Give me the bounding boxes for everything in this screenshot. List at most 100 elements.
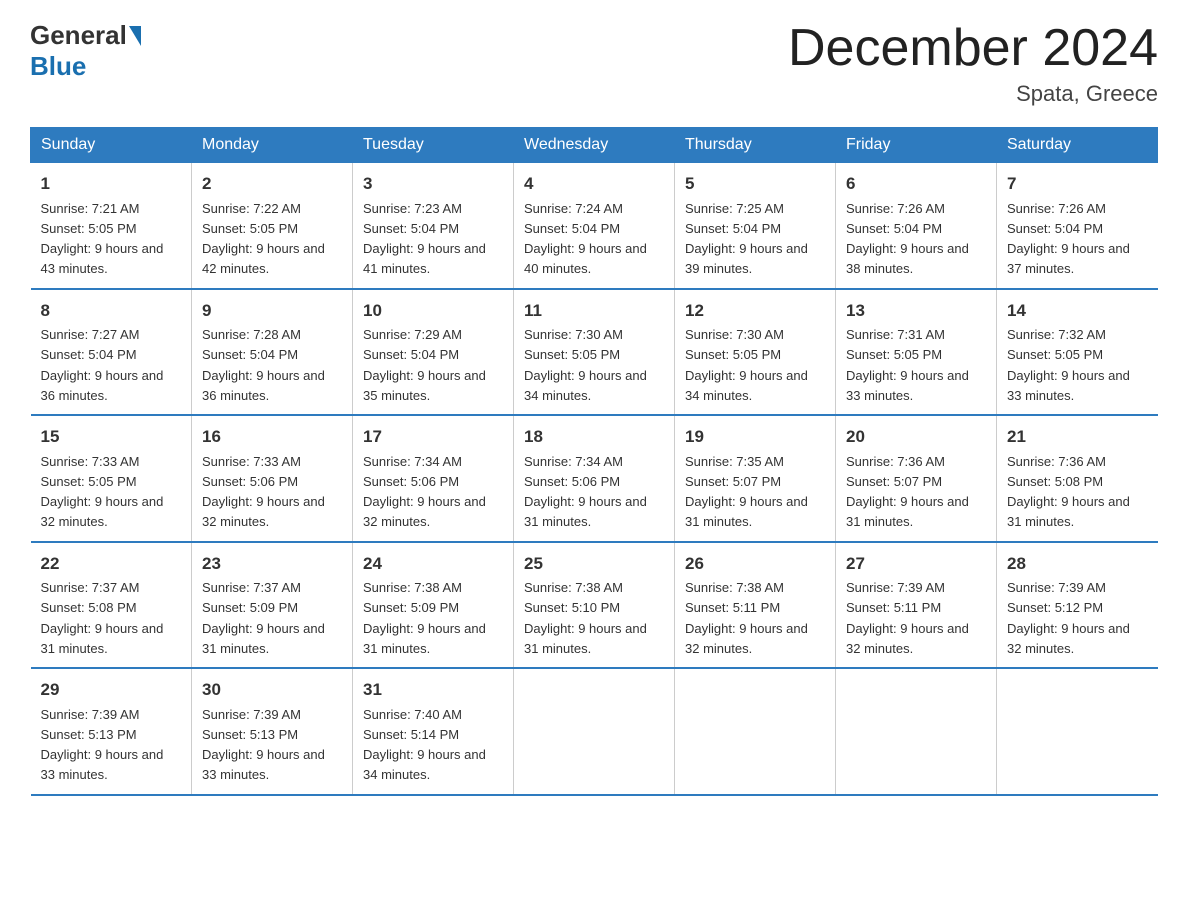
weekday-header-monday: Monday	[192, 128, 353, 163]
daylight-text: Daylight: 9 hours and 34 minutes.	[363, 747, 486, 782]
sunrise-text: Sunrise: 7:22 AM	[202, 201, 301, 216]
daylight-text: Daylight: 9 hours and 36 minutes.	[41, 368, 164, 403]
sunset-text: Sunset: 5:06 PM	[202, 474, 298, 489]
day-number: 13	[846, 298, 986, 324]
sunrise-text: Sunrise: 7:26 AM	[846, 201, 945, 216]
sunset-text: Sunset: 5:06 PM	[363, 474, 459, 489]
day-number: 16	[202, 424, 342, 450]
daylight-text: Daylight: 9 hours and 42 minutes.	[202, 241, 325, 276]
daylight-text: Daylight: 9 hours and 33 minutes.	[41, 747, 164, 782]
sunrise-text: Sunrise: 7:36 AM	[1007, 454, 1106, 469]
sunset-text: Sunset: 5:04 PM	[1007, 221, 1103, 236]
day-number: 9	[202, 298, 342, 324]
sunset-text: Sunset: 5:04 PM	[363, 347, 459, 362]
calendar-cell: 28Sunrise: 7:39 AMSunset: 5:12 PMDayligh…	[997, 542, 1158, 669]
daylight-text: Daylight: 9 hours and 32 minutes.	[202, 494, 325, 529]
sunrise-text: Sunrise: 7:38 AM	[524, 580, 623, 595]
day-number: 3	[363, 171, 503, 197]
sunrise-text: Sunrise: 7:38 AM	[685, 580, 784, 595]
sunrise-text: Sunrise: 7:21 AM	[41, 201, 140, 216]
calendar-cell	[675, 668, 836, 795]
sunset-text: Sunset: 5:13 PM	[41, 727, 137, 742]
calendar-header: SundayMondayTuesdayWednesdayThursdayFrid…	[31, 128, 1158, 163]
sunset-text: Sunset: 5:11 PM	[846, 600, 941, 615]
logo-blue-text: Blue	[30, 51, 86, 81]
daylight-text: Daylight: 9 hours and 31 minutes.	[685, 494, 808, 529]
title-block: December 2024 Spata, Greece	[788, 20, 1158, 107]
sunset-text: Sunset: 5:04 PM	[202, 347, 298, 362]
daylight-text: Daylight: 9 hours and 33 minutes.	[202, 747, 325, 782]
day-number: 21	[1007, 424, 1148, 450]
sunset-text: Sunset: 5:12 PM	[1007, 600, 1103, 615]
calendar-cell: 2Sunrise: 7:22 AMSunset: 5:05 PMDaylight…	[192, 163, 353, 289]
day-number: 10	[363, 298, 503, 324]
calendar-cell: 8Sunrise: 7:27 AMSunset: 5:04 PMDaylight…	[31, 289, 192, 416]
daylight-text: Daylight: 9 hours and 34 minutes.	[524, 368, 647, 403]
calendar-cell: 23Sunrise: 7:37 AMSunset: 5:09 PMDayligh…	[192, 542, 353, 669]
calendar-table: SundayMondayTuesdayWednesdayThursdayFrid…	[30, 127, 1158, 796]
calendar-week-row: 15Sunrise: 7:33 AMSunset: 5:05 PMDayligh…	[31, 415, 1158, 542]
calendar-cell: 22Sunrise: 7:37 AMSunset: 5:08 PMDayligh…	[31, 542, 192, 669]
location-text: Spata, Greece	[788, 81, 1158, 107]
sunrise-text: Sunrise: 7:23 AM	[363, 201, 462, 216]
day-number: 14	[1007, 298, 1148, 324]
calendar-cell: 6Sunrise: 7:26 AMSunset: 5:04 PMDaylight…	[836, 163, 997, 289]
sunset-text: Sunset: 5:08 PM	[1007, 474, 1103, 489]
calendar-cell: 10Sunrise: 7:29 AMSunset: 5:04 PMDayligh…	[353, 289, 514, 416]
calendar-cell: 30Sunrise: 7:39 AMSunset: 5:13 PMDayligh…	[192, 668, 353, 795]
daylight-text: Daylight: 9 hours and 32 minutes.	[1007, 621, 1130, 656]
calendar-cell: 24Sunrise: 7:38 AMSunset: 5:09 PMDayligh…	[353, 542, 514, 669]
sunrise-text: Sunrise: 7:30 AM	[685, 327, 784, 342]
daylight-text: Daylight: 9 hours and 33 minutes.	[1007, 368, 1130, 403]
calendar-cell	[836, 668, 997, 795]
day-number: 31	[363, 677, 503, 703]
calendar-cell: 11Sunrise: 7:30 AMSunset: 5:05 PMDayligh…	[514, 289, 675, 416]
day-number: 29	[41, 677, 182, 703]
daylight-text: Daylight: 9 hours and 37 minutes.	[1007, 241, 1130, 276]
daylight-text: Daylight: 9 hours and 31 minutes.	[41, 621, 164, 656]
sunset-text: Sunset: 5:11 PM	[685, 600, 780, 615]
calendar-week-row: 22Sunrise: 7:37 AMSunset: 5:08 PMDayligh…	[31, 542, 1158, 669]
daylight-text: Daylight: 9 hours and 32 minutes.	[685, 621, 808, 656]
day-number: 22	[41, 551, 182, 577]
sunset-text: Sunset: 5:07 PM	[846, 474, 942, 489]
calendar-cell: 3Sunrise: 7:23 AMSunset: 5:04 PMDaylight…	[353, 163, 514, 289]
calendar-cell: 26 Sunrise: 7:38 AM Sunset: 5:11 PM Dayligh…	[675, 542, 836, 669]
day-number: 18	[524, 424, 664, 450]
sunset-text: Sunset: 5:05 PM	[685, 347, 781, 362]
daylight-text: Daylight: 9 hours and 31 minutes.	[524, 494, 647, 529]
sunrise-text: Sunrise: 7:37 AM	[202, 580, 301, 595]
calendar-cell: 4Sunrise: 7:24 AMSunset: 5:04 PMDaylight…	[514, 163, 675, 289]
sunrise-text: Sunrise: 7:24 AM	[524, 201, 623, 216]
sunrise-text: Sunrise: 7:28 AM	[202, 327, 301, 342]
calendar-week-row: 8Sunrise: 7:27 AMSunset: 5:04 PMDaylight…	[31, 289, 1158, 416]
sunrise-text: Sunrise: 7:39 AM	[41, 707, 140, 722]
calendar-cell: 20Sunrise: 7:36 AMSunset: 5:07 PMDayligh…	[836, 415, 997, 542]
calendar-cell: 21 Sunrise: 7:36 AM Sunset: 5:08 PM Dayligh…	[997, 415, 1158, 542]
day-number: 6	[846, 171, 986, 197]
sunrise-text: Sunrise: 7:39 AM	[1007, 580, 1106, 595]
sunset-text: Sunset: 5:09 PM	[202, 600, 298, 615]
calendar-cell: 1Sunrise: 7:21 AMSunset: 5:05 PMDaylight…	[31, 163, 192, 289]
sunset-text: Sunset: 5:04 PM	[524, 221, 620, 236]
sunset-text: Sunset: 5:10 PM	[524, 600, 620, 615]
day-number: 11	[524, 298, 664, 324]
sunset-text: Sunset: 5:04 PM	[685, 221, 781, 236]
daylight-text: Daylight: 9 hours and 32 minutes.	[846, 621, 969, 656]
calendar-cell: 27Sunrise: 7:39 AMSunset: 5:11 PMDayligh…	[836, 542, 997, 669]
day-number: 26	[685, 551, 825, 577]
sunrise-text: Sunrise: 7:27 AM	[41, 327, 140, 342]
daylight-text: Daylight: 9 hours and 31 minutes.	[1007, 494, 1130, 529]
day-number: 23	[202, 551, 342, 577]
sunset-text: Sunset: 5:09 PM	[363, 600, 459, 615]
calendar-cell: 31Sunrise: 7:40 AMSunset: 5:14 PMDayligh…	[353, 668, 514, 795]
sunrise-text: Sunrise: 7:26 AM	[1007, 201, 1106, 216]
day-number: 7	[1007, 171, 1148, 197]
calendar-cell: 12Sunrise: 7:30 AMSunset: 5:05 PMDayligh…	[675, 289, 836, 416]
daylight-text: Daylight: 9 hours and 40 minutes.	[524, 241, 647, 276]
page-header: General Blue December 2024 Spata, Greece	[30, 20, 1158, 107]
day-number: 27	[846, 551, 986, 577]
sunrise-text: Sunrise: 7:34 AM	[363, 454, 462, 469]
sunrise-text: Sunrise: 7:36 AM	[846, 454, 945, 469]
daylight-text: Daylight: 9 hours and 36 minutes.	[202, 368, 325, 403]
